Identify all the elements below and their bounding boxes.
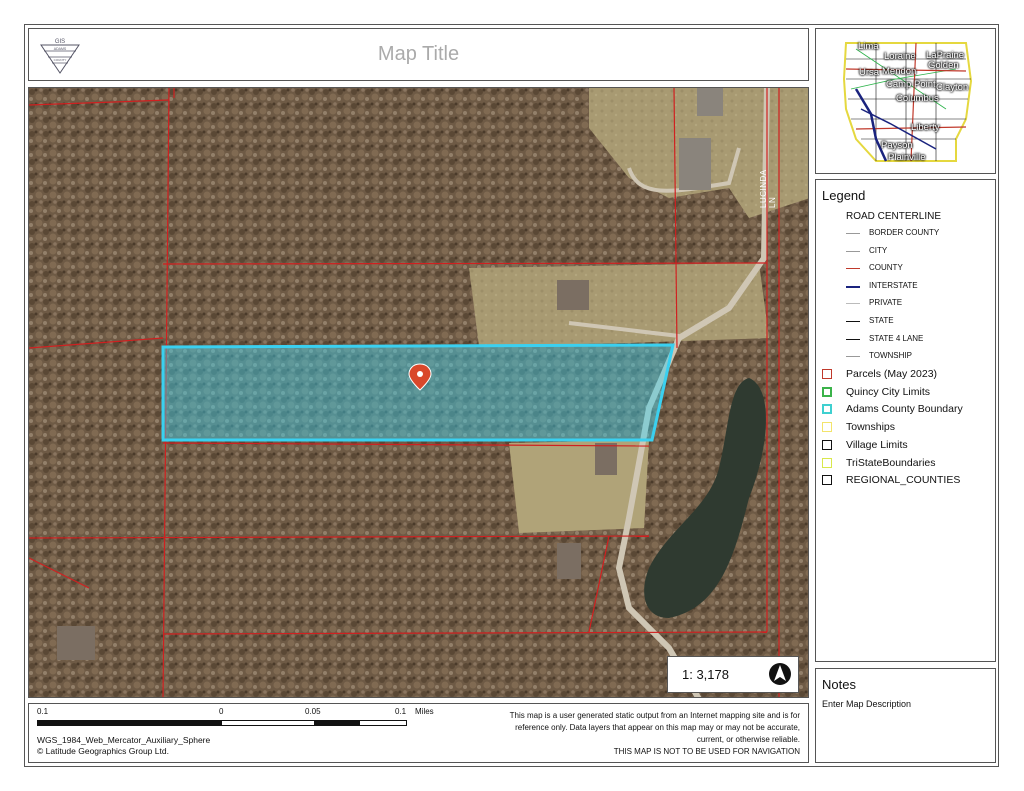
overview-town-label: Ursa: [859, 67, 880, 78]
scale-bar: [37, 720, 407, 726]
scale-indicator: 1: 3,178: [667, 656, 799, 693]
legend-polygon-label: Parcels (May 2023): [846, 368, 938, 380]
overview-town-label: Plainville: [888, 152, 926, 163]
legend-line-label: STATE 4 LANE: [869, 333, 924, 343]
legend-line-swatch: [846, 303, 860, 305]
overview-town-label: Mendon: [882, 66, 917, 77]
legend-line-swatch: [846, 356, 860, 358]
legend-polygon-swatch: [822, 369, 832, 379]
overview-town-label: Camp Point: [886, 79, 936, 90]
copyright: © Latitude Geographics Group Ltd.: [37, 746, 169, 756]
scale-tick-2: 0.05: [305, 707, 321, 716]
legend-polygon-label: REGIONAL_COUNTIES: [846, 474, 961, 487]
legend-polygon-swatch: [822, 457, 832, 468]
legend-polygon-label: TriStateBoundaries: [846, 456, 936, 469]
navigation-warning: THIS MAP IS NOT TO BE USED FOR NAVIGATIO…: [613, 747, 800, 756]
north-arrow-icon: [769, 663, 791, 685]
house-5: [557, 543, 581, 579]
overview-town-label: Clayton: [936, 82, 969, 93]
disclaimer-text: This map is a user generated static outp…: [509, 711, 800, 744]
overview-town-label: Payson: [881, 140, 913, 151]
road-label: LUCINDA LN: [759, 169, 777, 208]
disclaimer: This map is a user generated static outp…: [500, 710, 800, 758]
map-title: Map Title: [377, 43, 460, 65]
open-field-middle: [469, 263, 769, 346]
legend-line-label: STATE: [869, 316, 894, 325]
legend-polygon-label: Townships: [846, 421, 896, 434]
title-panel: GIS ADAMS COUNTY Map Title: [28, 28, 809, 81]
legend-line-swatch: [846, 338, 860, 340]
footer-panel: 0.1 0 0.05 0.1 Miles WGS_1984_Web_Mercat…: [28, 703, 809, 763]
legend-line-label: COUNTY: [869, 263, 903, 273]
overview-town-label: Loraine: [884, 51, 916, 62]
overview-map[interactable]: Lima Loraine LaPraine Ursa Mendon Golden Camp …: [815, 28, 996, 174]
legend-polygon-label: Adams County Boundary: [846, 403, 963, 416]
house-6: [57, 626, 95, 660]
legend-title: Legend: [822, 188, 866, 203]
legend-polygon-label: Quincy City Limits: [846, 385, 931, 398]
legend-polygon-swatch: [822, 439, 832, 450]
legend-polygon-swatch: [822, 386, 832, 397]
legend-line-swatch: [846, 321, 860, 322]
house-1: [557, 280, 589, 310]
house-3: [697, 88, 723, 116]
legend-line-swatch: [846, 233, 860, 234]
legend-line-label: INTERSTATE: [869, 280, 918, 290]
scale-unit: Miles: [415, 707, 434, 716]
notes-title: Notes: [822, 677, 856, 692]
scale-tick-3: 0.1: [395, 707, 407, 716]
notes-description: Enter Map Description: [822, 699, 912, 709]
legend-line-swatch: [846, 268, 860, 270]
legend-line-swatch: [846, 285, 860, 288]
map-view[interactable]: LUCINDA LN: [28, 87, 809, 698]
overview-town-label: Golden: [928, 60, 959, 71]
selected-parcel[interactable]: [161, 343, 675, 442]
legend-line-label: PRIVATE: [869, 298, 903, 308]
scale-text: 1: 3,178: [682, 667, 729, 682]
overview-town-label: Liberty: [911, 122, 940, 133]
scale-tick-0: 0.1: [37, 707, 49, 716]
legend-line-label: BORDER COUNTY: [869, 228, 940, 237]
legend-road-centerline: ROAD CENTERLINE: [846, 211, 942, 222]
house-2: [679, 138, 711, 190]
legend-line-swatch: [846, 250, 860, 252]
legend-polygon-label: Village Limits: [846, 438, 908, 451]
legend-line-label: CITY: [869, 245, 888, 255]
house-4: [595, 443, 617, 475]
overview-town-label: Lima: [858, 41, 879, 52]
coordinate-system: WGS_1984_Web_Mercator_Auxiliary_Sphere: [37, 735, 211, 745]
aerial-map[interactable]: [29, 88, 809, 698]
legend-polygon-swatch: [822, 475, 832, 486]
legend-polygon-swatch: [822, 404, 832, 415]
overview-town-label: Columbus: [896, 93, 939, 104]
legend-line-label: TOWNSHIP: [869, 351, 912, 361]
scale-tick-1: 0: [219, 707, 224, 716]
notes-panel: Notes Enter Map Description: [815, 668, 996, 763]
legend-polygon-swatch: [822, 422, 832, 433]
legend-panel: Legend ROAD CENTERLINE BORDER COUNTY CITY…: [815, 179, 996, 662]
